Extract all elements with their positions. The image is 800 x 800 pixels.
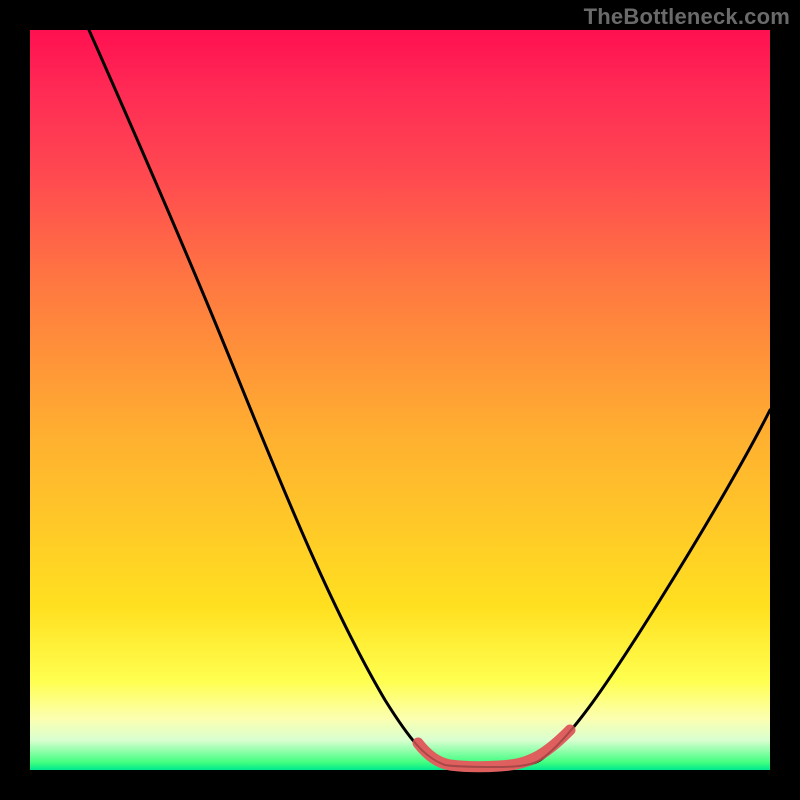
bottleneck-curve-path (89, 30, 770, 767)
bottleneck-curve-path-overlay (89, 30, 770, 767)
watermark-text: TheBottleneck.com (584, 4, 790, 30)
chart-frame: TheBottleneck.com (0, 0, 800, 800)
chart-curve-layer (30, 30, 770, 770)
highlight-valley-path (418, 730, 570, 767)
